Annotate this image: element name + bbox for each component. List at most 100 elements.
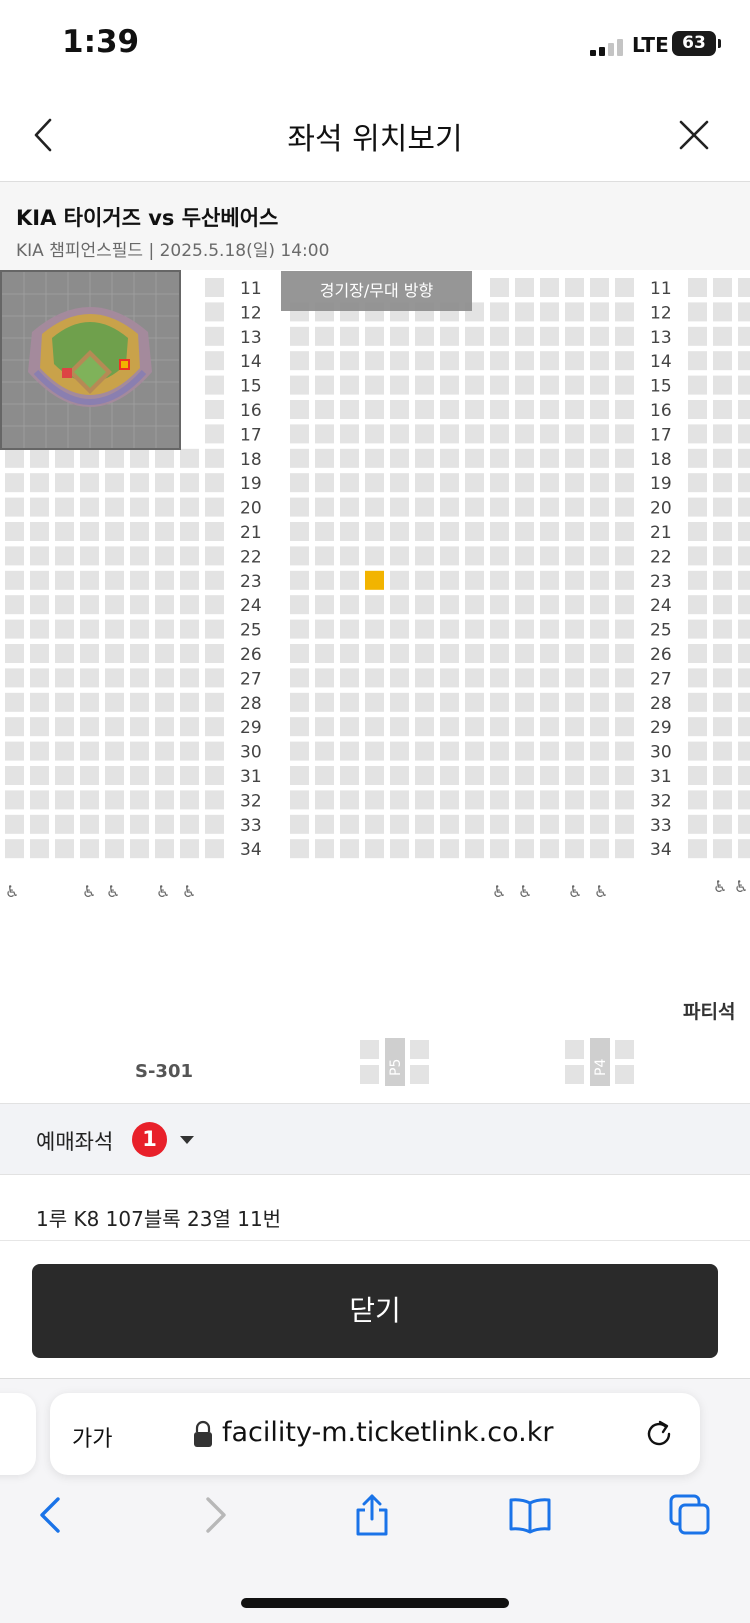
seat[interactable]: [490, 302, 509, 322]
seat[interactable]: [515, 473, 534, 493]
seat[interactable]: [440, 351, 459, 371]
seat[interactable]: [565, 790, 584, 810]
seat[interactable]: [105, 839, 124, 859]
seat[interactable]: [490, 668, 509, 688]
seat[interactable]: [315, 692, 334, 712]
seat[interactable]: [565, 473, 584, 493]
seat[interactable]: [5, 644, 24, 663]
tabs-icon[interactable]: [666, 1491, 714, 1539]
seat[interactable]: [80, 473, 99, 493]
seat[interactable]: [390, 814, 409, 834]
seat[interactable]: [55, 692, 74, 712]
close-bottom-button[interactable]: 닫기: [32, 1264, 718, 1358]
seat[interactable]: [590, 619, 609, 639]
seat[interactable]: [415, 595, 434, 615]
seat[interactable]: [540, 692, 559, 712]
seat[interactable]: [155, 692, 174, 712]
seat[interactable]: [713, 814, 732, 834]
seat[interactable]: [565, 326, 584, 346]
seat[interactable]: [415, 741, 434, 761]
seat[interactable]: [415, 692, 434, 712]
seat[interactable]: [565, 668, 584, 688]
seat[interactable]: [738, 351, 750, 371]
seat[interactable]: [590, 522, 609, 541]
seat[interactable]: [290, 375, 309, 395]
seat[interactable]: [713, 668, 732, 688]
seat[interactable]: [490, 766, 509, 785]
seat[interactable]: [290, 326, 309, 346]
seat[interactable]: [390, 692, 409, 712]
seat[interactable]: [205, 302, 224, 322]
seat[interactable]: [738, 400, 750, 419]
seat[interactable]: [130, 668, 149, 688]
seat[interactable]: [290, 668, 309, 688]
seat[interactable]: [315, 400, 334, 419]
seat[interactable]: [155, 497, 174, 517]
seat[interactable]: [738, 375, 750, 395]
seat[interactable]: [180, 692, 199, 712]
seat[interactable]: [738, 546, 750, 566]
seat[interactable]: [590, 351, 609, 371]
seat[interactable]: [440, 473, 459, 493]
seat[interactable]: [55, 814, 74, 834]
selected-seat[interactable]: [365, 570, 384, 590]
seat[interactable]: [290, 473, 309, 493]
seat[interactable]: [440, 546, 459, 566]
seat[interactable]: [490, 278, 509, 297]
seat[interactable]: [155, 570, 174, 590]
seat[interactable]: [155, 522, 174, 541]
seat[interactable]: [688, 790, 707, 810]
seat[interactable]: [515, 814, 534, 834]
seat[interactable]: [465, 400, 484, 419]
seat[interactable]: [315, 644, 334, 663]
pillar-seat[interactable]: [360, 1065, 379, 1084]
seat[interactable]: [80, 839, 99, 859]
seat[interactable]: [713, 473, 732, 493]
seat[interactable]: [130, 522, 149, 541]
pillar-seat[interactable]: [410, 1065, 429, 1084]
seat[interactable]: [340, 766, 359, 785]
seat[interactable]: [688, 741, 707, 761]
seat[interactable]: [615, 302, 634, 322]
seat[interactable]: [340, 546, 359, 566]
seat[interactable]: [540, 570, 559, 590]
seat[interactable]: [615, 473, 634, 493]
back-icon[interactable]: [28, 1491, 76, 1539]
seat[interactable]: [390, 839, 409, 859]
seat[interactable]: [5, 595, 24, 615]
seat[interactable]: [490, 619, 509, 639]
seat[interactable]: [565, 839, 584, 859]
seat[interactable]: [340, 717, 359, 737]
seat[interactable]: [688, 326, 707, 346]
seat[interactable]: [565, 717, 584, 737]
seat[interactable]: [130, 839, 149, 859]
seat[interactable]: [590, 692, 609, 712]
seat[interactable]: [365, 741, 384, 761]
seat[interactable]: [590, 473, 609, 493]
seat[interactable]: [415, 790, 434, 810]
seat[interactable]: [415, 497, 434, 517]
seat[interactable]: [290, 448, 309, 468]
seat[interactable]: [465, 448, 484, 468]
seat[interactable]: [465, 790, 484, 810]
share-icon[interactable]: [348, 1491, 396, 1539]
seat[interactable]: [340, 326, 359, 346]
seat[interactable]: [340, 692, 359, 712]
seat[interactable]: [565, 302, 584, 322]
seat[interactable]: [315, 595, 334, 615]
close-button[interactable]: [672, 110, 716, 160]
seat[interactable]: [30, 668, 49, 688]
seat[interactable]: [565, 448, 584, 468]
seat[interactable]: [515, 375, 534, 395]
seat[interactable]: [490, 790, 509, 810]
seat[interactable]: [205, 351, 224, 371]
seat[interactable]: [713, 839, 732, 859]
seat[interactable]: [365, 644, 384, 663]
seat[interactable]: [365, 814, 384, 834]
seat[interactable]: [390, 741, 409, 761]
seat-map[interactable]: 11 11 12 12 13 13 14 14 15 15 16 16 17 17 18 18 19 19 20 20…: [0, 270, 750, 1103]
seat[interactable]: [465, 570, 484, 590]
seat[interactable]: [290, 619, 309, 639]
seat[interactable]: [55, 668, 74, 688]
reload-icon[interactable]: [642, 1417, 676, 1451]
